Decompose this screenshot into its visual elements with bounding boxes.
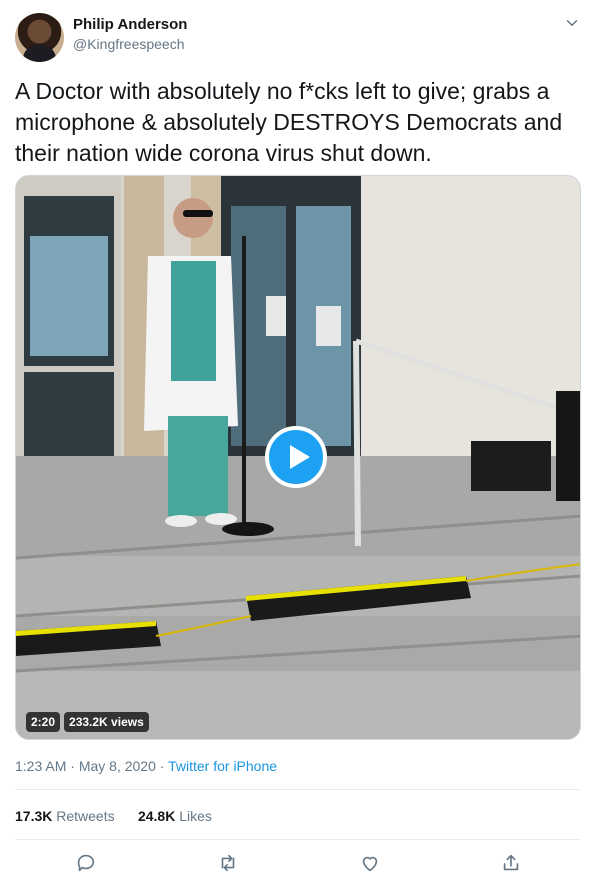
retweet-icon[interactable]: [217, 852, 239, 874]
retweets-stat[interactable]: 17.3K Retweets: [15, 808, 115, 824]
avatar[interactable]: [15, 13, 64, 62]
retweets-count: 17.3K: [15, 808, 53, 824]
tweet-text: A Doctor with absolutely no f*cks left t…: [15, 78, 563, 166]
play-button[interactable]: [265, 426, 327, 488]
video-views: 233.2K views: [64, 712, 149, 732]
likes-count: 24.8K: [137, 808, 176, 824]
video-player[interactable]: 2:20 233.2K views: [15, 175, 581, 740]
tweet-time[interactable]: 1:23 AM: [15, 758, 66, 774]
tweet-meta: 1:23 AM · May 8, 2020 · Twitter for iPho…: [15, 758, 277, 774]
tweet-stats: 17.3K Retweets 24.8K Likes: [15, 808, 212, 824]
divider: [15, 839, 581, 840]
video-info-overlay: 2:20 233.2K views: [26, 712, 149, 732]
reply-icon[interactable]: [75, 852, 97, 874]
user-name[interactable]: Philip Anderson: [73, 16, 187, 33]
tweet-header: Philip Anderson @Kingfreespeech: [15, 12, 581, 62]
likes-label: Likes: [179, 808, 212, 824]
tweet-date[interactable]: May 8, 2020: [79, 758, 156, 774]
heart-icon[interactable]: [359, 852, 381, 874]
retweets-label: Retweets: [56, 808, 115, 824]
share-icon[interactable]: [500, 852, 522, 874]
tweet-actions: [15, 846, 581, 882]
video-duration: 2:20: [26, 712, 61, 732]
chevron-down-icon[interactable]: [563, 14, 581, 32]
tweet-source[interactable]: Twitter for iPhone: [168, 758, 277, 774]
user-handle[interactable]: @Kingfreespeech: [73, 36, 185, 52]
play-icon: [290, 445, 310, 469]
meta-separator: ·: [159, 758, 165, 774]
likes-stat[interactable]: 24.8K Likes: [138, 808, 212, 824]
meta-separator: ·: [70, 758, 75, 774]
divider: [15, 789, 581, 790]
